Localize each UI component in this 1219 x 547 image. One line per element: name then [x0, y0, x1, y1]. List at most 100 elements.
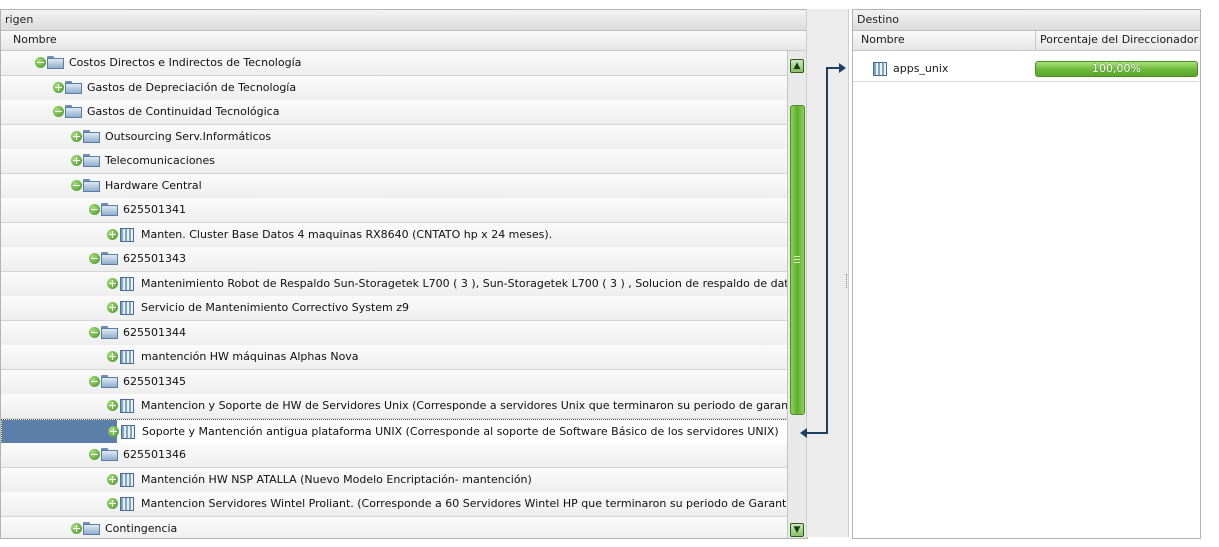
expand-toggle-icon[interactable] — [71, 155, 82, 166]
origen-tree: Costos Directos e Indirectos de Tecnolog… — [1, 51, 788, 538]
tree-row[interactable]: Hardware Central — [1, 174, 788, 199]
expand-toggle-icon[interactable] — [71, 131, 82, 142]
splitter-grip — [846, 274, 849, 288]
tree-item-label: Manten. Cluster Base Datos 4 maquinas RX… — [141, 228, 553, 241]
database-icon — [120, 301, 134, 315]
tree-row[interactable]: mantención HW máquinas Alphas Nova — [1, 345, 788, 370]
tree-row[interactable]: Telecomunicaciones — [1, 149, 788, 174]
tree-row[interactable]: Mantencion y Soporte de HW de Servidores… — [1, 394, 788, 419]
expand-toggle-icon[interactable] — [107, 474, 118, 485]
selection-highlight — [2, 420, 117, 444]
folder-icon — [83, 522, 100, 536]
expand-toggle-icon[interactable] — [108, 426, 119, 437]
tree-row[interactable]: Gastos de Continuidad Tecnológica — [1, 100, 788, 125]
scroll-up-button[interactable]: ▲ — [790, 59, 804, 73]
destino-panel: Destino Nombre Porcentaje del Direcciona… — [852, 9, 1201, 539]
tree-row[interactable]: 625501343 — [1, 247, 788, 272]
tree-row-selected[interactable]: Soporte y Mantención antigua plataforma … — [1, 419, 788, 445]
tree-row[interactable]: Mantenimiento Robot de Respaldo Sun-Stor… — [1, 272, 788, 297]
tree-item-label: Contingencia — [105, 522, 178, 535]
destino-title: Destino — [853, 10, 1200, 31]
folder-icon — [101, 326, 118, 340]
database-icon — [873, 62, 887, 76]
tree-row[interactable]: Contingencia — [1, 517, 788, 538]
tree-item-label: Soporte y Mantención antigua plataforma … — [142, 425, 779, 438]
expand-toggle-icon[interactable] — [107, 498, 118, 509]
database-icon — [120, 497, 134, 511]
database-icon — [120, 228, 134, 242]
origen-column-header[interactable]: Nombre — [1, 31, 807, 51]
expand-toggle-icon[interactable] — [107, 278, 118, 289]
origen-scrollbar[interactable]: ▲ ▼ — [787, 51, 807, 538]
folder-icon — [101, 448, 118, 462]
collapse-toggle-icon[interactable] — [89, 327, 100, 338]
column-nombre-label: Nombre — [861, 33, 905, 46]
folder-icon — [65, 81, 82, 95]
scroll-thumb[interactable] — [790, 105, 805, 415]
tree-item-label: Gastos de Depreciación de Tecnología — [87, 81, 297, 94]
tree-item-label: 625501345 — [123, 375, 186, 388]
tree-item-label: Mantención HW NSP ATALLA (Nuevo Modelo E… — [141, 473, 532, 486]
origen-title: rigen — [1, 10, 807, 31]
tree-item-label: 625501343 — [123, 252, 186, 265]
collapse-toggle-icon[interactable] — [53, 106, 64, 117]
tree-item-label: Telecomunicaciones — [105, 154, 216, 167]
tree-item-label: Outsourcing Serv.Informáticos — [105, 130, 272, 143]
tree-row[interactable]: 625501344 — [1, 321, 788, 346]
destino-row[interactable]: apps_unix 100,00% — [853, 59, 1199, 82]
tree-row[interactable]: Outsourcing Serv.Informáticos — [1, 125, 788, 150]
folder-icon — [83, 179, 100, 193]
tree-row[interactable]: 625501346 — [1, 443, 788, 468]
database-icon — [121, 425, 135, 439]
tree-item-label: Gastos de Continuidad Tecnológica — [87, 105, 280, 118]
scroll-down-button[interactable]: ▼ — [790, 523, 804, 537]
tree-item-label: Mantencion y Soporte de HW de Servidores… — [141, 399, 788, 412]
tree-item-label: 625501346 — [123, 448, 186, 461]
destino-row-name: apps_unix — [893, 62, 949, 75]
tree-row[interactable]: 625501341 — [1, 198, 788, 223]
tree-row[interactable]: Gastos de Depreciación de Tecnología — [1, 76, 788, 101]
collapse-toggle-icon[interactable] — [71, 180, 82, 191]
database-icon — [120, 473, 134, 487]
tree-item-label: 625501344 — [123, 326, 186, 339]
expand-toggle-icon[interactable] — [107, 229, 118, 240]
database-icon — [120, 350, 134, 364]
tree-item-label: Mantencion Servidores Wintel Proliant. (… — [141, 497, 788, 510]
tree-row[interactable]: 625501345 — [1, 370, 788, 395]
column-nombre-label: Nombre — [13, 33, 57, 46]
folder-icon — [101, 252, 118, 266]
database-icon — [120, 277, 134, 291]
expand-toggle-icon[interactable] — [107, 302, 118, 313]
collapse-toggle-icon[interactable] — [35, 57, 46, 68]
destino-column-header[interactable]: Nombre Porcentaje del Direccionador — [853, 31, 1200, 51]
tree-item-label: Mantenimiento Robot de Respaldo Sun-Stor… — [141, 277, 788, 290]
tree-row[interactable]: Servicio de Mantenimiento Correctivo Sys… — [1, 296, 788, 321]
expand-toggle-icon[interactable] — [53, 82, 64, 93]
percentage-bar: 100,00% — [1035, 61, 1198, 77]
tree-item-label: Hardware Central — [105, 179, 202, 192]
folder-icon — [47, 56, 64, 70]
folder-icon — [101, 203, 118, 217]
folder-icon — [83, 130, 100, 144]
expand-toggle-icon[interactable] — [107, 351, 118, 362]
tree-item-label: Costos Directos e Indirectos de Tecnolog… — [69, 56, 302, 69]
tree-row[interactable]: Manten. Cluster Base Datos 4 maquinas RX… — [1, 223, 788, 248]
tree-row[interactable]: Costos Directos e Indirectos de Tecnolog… — [1, 51, 788, 76]
folder-icon — [65, 105, 82, 119]
folder-icon — [101, 375, 118, 389]
collapse-toggle-icon[interactable] — [89, 253, 100, 264]
tree-row[interactable]: Mantención HW NSP ATALLA (Nuevo Modelo E… — [1, 468, 788, 493]
database-icon — [120, 399, 134, 413]
expand-toggle-icon[interactable] — [71, 523, 82, 534]
tree-row[interactable]: Mantencion Servidores Wintel Proliant. (… — [1, 492, 788, 517]
collapse-toggle-icon[interactable] — [89, 376, 100, 387]
column-porcentaje-label: Porcentaje del Direccionador — [1035, 31, 1198, 50]
tree-item-label: 625501341 — [123, 203, 186, 216]
collapse-toggle-icon[interactable] — [89, 204, 100, 215]
tree-item-label: mantención HW máquinas Alphas Nova — [141, 350, 359, 363]
collapse-toggle-icon[interactable] — [89, 449, 100, 460]
percentage-label: 100,00% — [1092, 62, 1141, 75]
folder-icon — [83, 154, 100, 168]
expand-toggle-icon[interactable] — [107, 400, 118, 411]
origen-panel: rigen Nombre Costos Directos e Indirecto… — [0, 9, 808, 539]
